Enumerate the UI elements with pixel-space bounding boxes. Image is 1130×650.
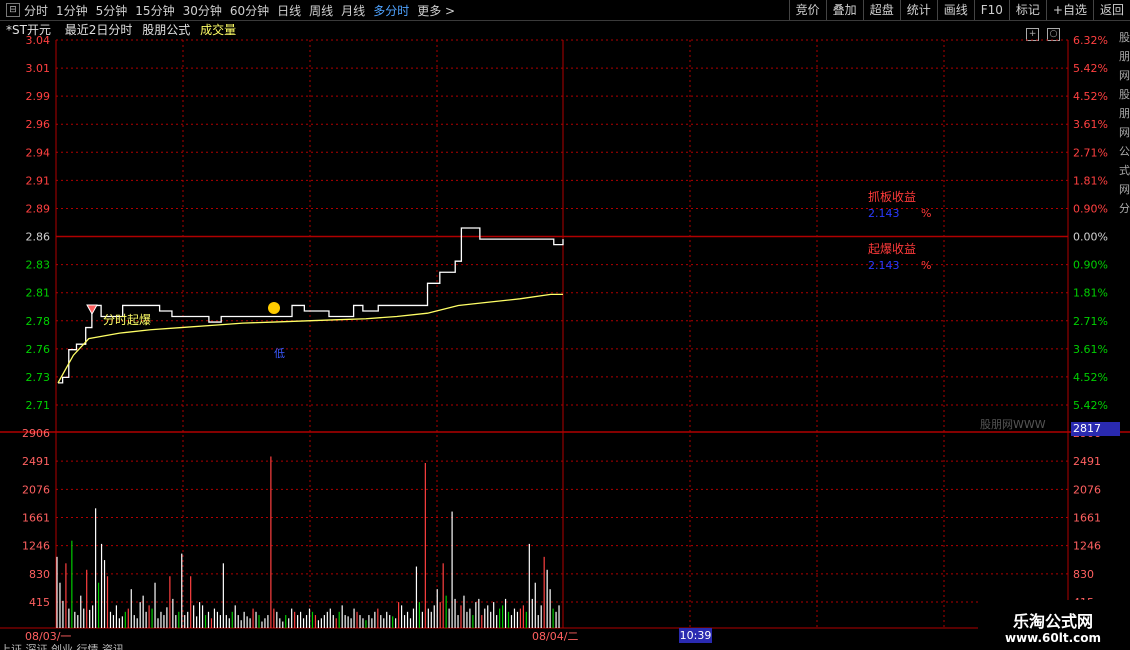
toolbar-actions: 竞价 叠加 超盘 统计 画线 F10 标记 +自选 返回 bbox=[788, 0, 1130, 20]
pct-tick-label: 5.42% bbox=[1073, 399, 1108, 412]
price-tick-label: 2.71 bbox=[26, 399, 51, 412]
volume-tick-label-right: 2076 bbox=[1073, 483, 1101, 496]
toolbar-button-2[interactable]: 超盘 bbox=[862, 0, 900, 20]
gain2-label: 起爆收益 bbox=[868, 242, 916, 256]
current-volume-badge: 2817 bbox=[1071, 422, 1120, 436]
volume-tick-label: 1661 bbox=[22, 512, 50, 525]
chart-info-bar: *ST开元 最近2日分时 股朋公式 成交量 + ○ bbox=[0, 21, 1068, 41]
stock-name: *ST开元 bbox=[6, 23, 51, 37]
price-tick-label: 2.96 bbox=[26, 118, 51, 131]
tab-7[interactable]: 周线 bbox=[309, 2, 333, 19]
toolbar-button-1[interactable]: 叠加 bbox=[825, 0, 863, 20]
period-toolbar: ⊟ 分时 1分钟 5分钟 15分钟 30分钟 60分钟 日线 周线 月线 多分时 更多 > 竞价 叠加… bbox=[0, 0, 1130, 21]
pct-tick-label: 4.52% bbox=[1073, 90, 1108, 103]
price-tick-label: 2.89 bbox=[26, 202, 51, 215]
tab-9[interactable]: 多分时 bbox=[373, 2, 409, 19]
volume-tick-label-right: 1661 bbox=[1073, 512, 1101, 525]
pct-tick-label: 5.42% bbox=[1073, 62, 1108, 75]
gain2-unit: % bbox=[921, 259, 931, 272]
price-tick-label: 2.83 bbox=[26, 259, 51, 272]
pct-tick-label: 0.90% bbox=[1073, 202, 1108, 215]
pct-tick-label: 3.61% bbox=[1073, 118, 1108, 131]
average-price-line bbox=[57, 293, 563, 384]
volume-tick-label: 2491 bbox=[22, 455, 50, 468]
gain1-label: 抓板收益 bbox=[868, 190, 916, 204]
signal-label: 分时起爆 bbox=[103, 313, 151, 327]
tab-5[interactable]: 60分钟 bbox=[230, 2, 269, 19]
status-bar: 上证 深证 创业 行情 资讯 bbox=[0, 644, 1130, 650]
side-panel-strip: 股朋网股朋网公式网分 bbox=[1119, 31, 1130, 215]
gain1-value: 2.143 bbox=[868, 207, 900, 220]
volume-tick-label: 830 bbox=[29, 568, 50, 581]
volume-tick-label-right: 2491 bbox=[1073, 455, 1101, 468]
volume-tick-label: 1246 bbox=[22, 540, 50, 553]
faint-watermark-text: 股朋网WWW bbox=[980, 418, 1046, 431]
gain1-unit: % bbox=[921, 207, 931, 220]
price-tick-label: 2.86 bbox=[26, 231, 51, 244]
toolbar-button-3[interactable]: 统计 bbox=[899, 0, 937, 20]
price-tick-label: 2.99 bbox=[26, 90, 51, 103]
tab-10[interactable]: 更多 > bbox=[417, 2, 455, 19]
price-tick-label: 2.76 bbox=[26, 343, 51, 356]
price-line bbox=[58, 227, 564, 384]
window-toggle-icon[interactable]: ⊟ bbox=[6, 3, 20, 17]
tab-8[interactable]: 月线 bbox=[341, 2, 365, 19]
toolbar-button-8[interactable]: 返回 bbox=[1092, 0, 1130, 20]
intraday-chart[interactable]: 3.04 6.32%3.01 5.42%2.99 4.52%2.96 3.61%2.94… bbox=[0, 0, 1130, 650]
price-tick-label: 2.73 bbox=[26, 371, 51, 384]
volume-label[interactable]: 成交量 bbox=[200, 23, 236, 37]
volume-tick-label: 2906 bbox=[22, 427, 50, 440]
settings-icon[interactable]: ○ bbox=[1047, 28, 1060, 41]
gain2-value: 2.143 bbox=[868, 259, 900, 272]
period-tabs: ⊟ 分时 1分钟 5分钟 15分钟 30分钟 60分钟 日线 周线 月线 多分时 更多 > bbox=[0, 0, 463, 20]
date-label-day2: 08/04/二 bbox=[532, 630, 578, 643]
toolbar-button-4[interactable]: 画线 bbox=[936, 0, 974, 20]
pct-tick-label: 0.00% bbox=[1073, 231, 1108, 244]
watermark-title: 乐淘公式网 bbox=[1012, 612, 1093, 631]
pct-tick-label: 2.71% bbox=[1073, 146, 1108, 159]
tab-0[interactable]: 分时 bbox=[24, 2, 48, 19]
price-tick-label: 2.78 bbox=[26, 315, 51, 328]
date-label-day1: 08/03/一 bbox=[25, 630, 71, 643]
price-tick-label: 2.91 bbox=[26, 174, 51, 187]
site-watermark: 乐淘公式网 www.60lt.com bbox=[978, 600, 1130, 650]
toolbar-button-7[interactable]: +自选 bbox=[1045, 0, 1093, 20]
toolbar-button-0[interactable]: 竞价 bbox=[788, 0, 826, 20]
price-tick-label: 2.94 bbox=[26, 146, 51, 159]
pct-tick-label: 3.61% bbox=[1073, 343, 1108, 356]
formula-label[interactable]: 股朋公式 bbox=[142, 23, 190, 37]
pct-tick-label: 2.71% bbox=[1073, 315, 1108, 328]
pct-tick-label: 0.90% bbox=[1073, 259, 1108, 272]
volume-tick-label: 415 bbox=[29, 596, 50, 609]
volume-tick-label-right: 830 bbox=[1073, 568, 1094, 581]
tab-2[interactable]: 5分钟 bbox=[96, 2, 128, 19]
signal-marker-icon bbox=[86, 304, 98, 316]
pct-tick-label: 1.81% bbox=[1073, 287, 1108, 300]
time-cursor-badge: 10:39 bbox=[679, 628, 712, 643]
period-label: 最近2日分时 bbox=[64, 23, 133, 37]
expand-icon[interactable]: + bbox=[1026, 28, 1040, 41]
toolbar-button-5[interactable]: F10 bbox=[973, 0, 1009, 20]
tab-1[interactable]: 1分钟 bbox=[56, 2, 88, 19]
blue-mark: 低 bbox=[274, 347, 285, 360]
watermark-url: www.60lt.com bbox=[1004, 631, 1102, 645]
pct-tick-label: 6.32% bbox=[1073, 34, 1108, 47]
tab-3[interactable]: 15分钟 bbox=[135, 2, 174, 19]
toolbar-button-6[interactable]: 标记 bbox=[1008, 0, 1046, 20]
pct-tick-label: 4.52% bbox=[1073, 371, 1108, 384]
tab-4[interactable]: 30分钟 bbox=[183, 2, 222, 19]
volume-tick-label-right: 1246 bbox=[1073, 540, 1101, 553]
tab-6[interactable]: 日线 bbox=[277, 2, 301, 19]
price-tick-label: 3.01 bbox=[26, 62, 51, 75]
volume-tick-label: 2076 bbox=[22, 483, 50, 496]
smiley-icon bbox=[268, 302, 280, 314]
price-tick-label: 2.81 bbox=[26, 287, 51, 300]
pct-tick-label: 1.81% bbox=[1073, 174, 1108, 187]
